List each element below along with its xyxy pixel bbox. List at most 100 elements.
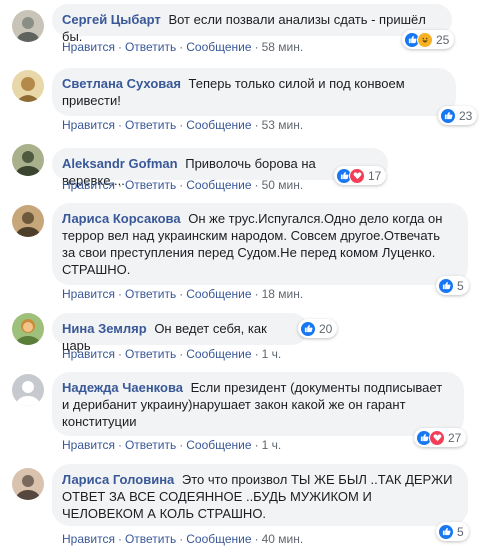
- reply-link[interactable]: Ответить: [125, 438, 176, 452]
- avatar[interactable]: [12, 10, 44, 42]
- avatar[interactable]: [12, 468, 44, 500]
- like-link[interactable]: Нравится: [62, 40, 115, 54]
- user-photo-icon: [12, 205, 44, 237]
- separator: ·: [179, 287, 184, 301]
- separator: ·: [179, 118, 184, 132]
- avatar[interactable]: [12, 70, 44, 102]
- reaction-summary[interactable]: 17: [334, 166, 387, 185]
- default-avatar-icon: [12, 374, 44, 406]
- comment-author[interactable]: Aleksandr Gofman: [62, 156, 178, 171]
- comment-actions: Нравится · Ответить · Сообщение · 58 мин.: [62, 40, 303, 54]
- reply-link[interactable]: Ответить: [125, 532, 176, 546]
- reaction-summary[interactable]: 5: [436, 522, 469, 541]
- separator: ·: [117, 438, 122, 452]
- comment-actions: Нравится · Ответить · Сообщение · 18 мин.: [62, 287, 303, 301]
- like-link[interactable]: Нравится: [62, 287, 115, 301]
- separator: ·: [254, 287, 259, 301]
- comment-time[interactable]: 50 мин.: [262, 178, 304, 192]
- like-link[interactable]: Нравится: [62, 347, 115, 361]
- user-photo-icon: [12, 10, 44, 42]
- separator: ·: [254, 347, 259, 361]
- comment-time[interactable]: 1 ч.: [262, 347, 282, 361]
- reaction-summary[interactable]: 27: [414, 428, 467, 447]
- comment-author[interactable]: Сергей Цыбарт: [62, 12, 161, 27]
- reaction-count: 20: [319, 321, 333, 336]
- comment-actions: Нравится · Ответить · Сообщение · 1 ч.: [62, 438, 281, 452]
- reaction-count: 17: [368, 168, 382, 183]
- separator: ·: [179, 532, 184, 546]
- separator: ·: [179, 40, 184, 54]
- message-link[interactable]: Сообщение: [186, 118, 251, 132]
- comment-author[interactable]: Лариса Корсакова: [62, 211, 181, 226]
- like-reaction-icon: [300, 320, 316, 337]
- reaction-summary[interactable]: 25: [402, 30, 455, 49]
- avatar[interactable]: [12, 144, 44, 176]
- reply-link[interactable]: Ответить: [125, 178, 176, 192]
- comment-actions: Нравится · Ответить · Сообщение · 53 мин.: [62, 118, 303, 132]
- comment-bubble: Надежда Чаенкова Если президент (докумен…: [52, 372, 464, 436]
- user-photo-icon: [12, 70, 44, 102]
- reply-link[interactable]: Ответить: [125, 287, 176, 301]
- reaction-count: 25: [436, 32, 450, 47]
- user-photo-icon: [12, 313, 44, 345]
- comment-author[interactable]: Лариса Головина: [62, 472, 174, 487]
- separator: ·: [254, 532, 259, 546]
- comment-time[interactable]: 58 мин.: [262, 40, 304, 54]
- user-photo-icon: [12, 144, 44, 176]
- comment-bubble: Светлана Суховая Теперь только силой и п…: [52, 68, 456, 116]
- comment-author[interactable]: Светлана Суховая: [62, 76, 181, 91]
- separator: ·: [117, 178, 122, 192]
- reaction-count: 5: [457, 278, 464, 293]
- message-link[interactable]: Сообщение: [186, 40, 251, 54]
- comment-bubble: Сергей Цыбарт Вот если позвали анализы с…: [52, 4, 452, 44]
- message-link[interactable]: Сообщение: [186, 532, 251, 546]
- comment-bubble: Лариса Головина Это что произвол ТЫ ЖЕ Б…: [52, 464, 468, 526]
- like-link[interactable]: Нравится: [62, 178, 115, 192]
- comment-author[interactable]: Нина Земляр: [62, 321, 147, 336]
- love-reaction-icon: [349, 167, 365, 184]
- love-reaction-icon: [429, 429, 445, 446]
- reaction-summary[interactable]: 5: [436, 276, 469, 295]
- like-link[interactable]: Нравится: [62, 438, 115, 452]
- comment-bubble: Лариса Корсакова Он же трус.Испугался.Од…: [52, 203, 468, 285]
- message-link[interactable]: Сообщение: [186, 178, 251, 192]
- separator: ·: [179, 178, 184, 192]
- comment-actions: Нравится · Ответить · Сообщение · 50 мин.: [62, 178, 303, 192]
- reply-link[interactable]: Ответить: [125, 40, 176, 54]
- like-reaction-icon: [438, 523, 454, 540]
- haha-reaction-icon: [417, 31, 433, 48]
- reaction-count: 5: [457, 524, 464, 539]
- reaction-summary[interactable]: 20: [298, 319, 338, 338]
- separator: ·: [117, 118, 122, 132]
- comment-time[interactable]: 53 мин.: [262, 118, 304, 132]
- separator: ·: [254, 178, 259, 192]
- separator: ·: [254, 118, 259, 132]
- reaction-count: 27: [448, 430, 462, 445]
- comment-author[interactable]: Надежда Чаенкова: [62, 380, 183, 395]
- like-link[interactable]: Нравится: [62, 532, 115, 546]
- reaction-count: 23: [459, 108, 473, 123]
- message-link[interactable]: Сообщение: [186, 287, 251, 301]
- avatar[interactable]: [12, 313, 44, 345]
- separator: ·: [117, 40, 122, 54]
- message-link[interactable]: Сообщение: [186, 347, 251, 361]
- message-link[interactable]: Сообщение: [186, 438, 251, 452]
- separator: ·: [254, 438, 259, 452]
- avatar[interactable]: [12, 205, 44, 237]
- separator: ·: [179, 347, 184, 361]
- comment-bubble: Нина Земляр Он ведет себя, как царь: [52, 313, 308, 353]
- separator: ·: [117, 347, 122, 361]
- comment-time[interactable]: 1 ч.: [262, 438, 282, 452]
- like-reaction-icon: [438, 277, 454, 294]
- avatar[interactable]: [12, 374, 44, 406]
- comment-time[interactable]: 40 мин.: [262, 532, 304, 546]
- separator: ·: [254, 40, 259, 54]
- reaction-summary[interactable]: 23: [438, 106, 478, 125]
- reply-link[interactable]: Ответить: [125, 118, 176, 132]
- like-link[interactable]: Нравится: [62, 118, 115, 132]
- comment-actions: Нравится · Ответить · Сообщение · 1 ч.: [62, 347, 281, 361]
- separator: ·: [179, 438, 184, 452]
- separator: ·: [117, 287, 122, 301]
- reply-link[interactable]: Ответить: [125, 347, 176, 361]
- comment-time[interactable]: 18 мин.: [262, 287, 304, 301]
